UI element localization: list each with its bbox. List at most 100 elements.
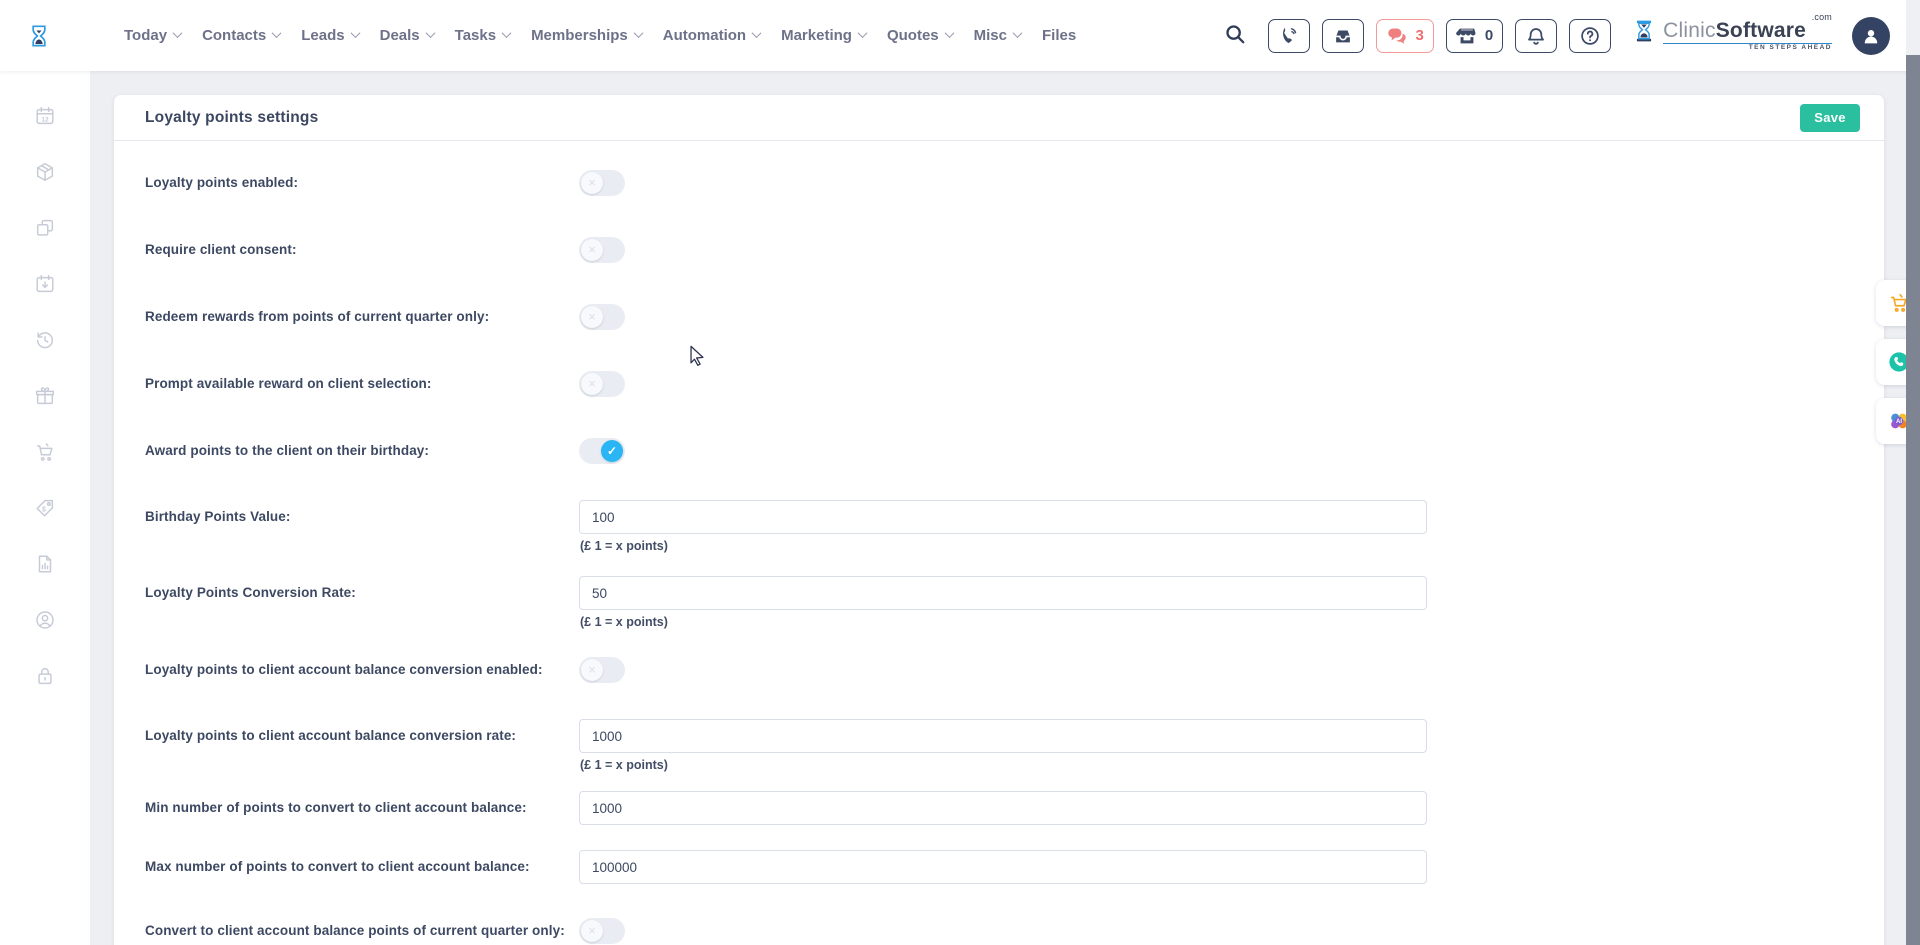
nav-item-label: Quotes (887, 27, 939, 44)
notifications-button[interactable] (1515, 19, 1557, 53)
field-label: Loyalty points to client account balance… (145, 719, 579, 779)
sidebar-item-history[interactable] (33, 329, 57, 351)
svg-text:12: 12 (41, 116, 49, 123)
nav-item-files[interactable]: Files (1042, 27, 1076, 44)
sidebar-item-gift-vouchers[interactable] (33, 385, 57, 407)
nav-item-contacts[interactable]: Contacts (202, 27, 280, 44)
save-button[interactable]: Save (1800, 104, 1860, 132)
form-row-convert-current-quarter-only: Convert to client account balance points… (145, 897, 1860, 945)
chevron-down-icon (173, 28, 183, 38)
card-header: Loyalty points settings Save (114, 95, 1884, 141)
inbox-button[interactable] (1322, 19, 1364, 53)
field-label: Max number of points to convert to clien… (145, 850, 579, 897)
chevron-down-icon (1013, 28, 1023, 38)
price-tag-icon: $ (34, 497, 56, 519)
search-icon[interactable] (1224, 23, 1250, 49)
toggle-knob: × (581, 306, 603, 328)
form-row-balance-conversion-enabled: Loyalty points to client account balance… (145, 636, 1860, 703)
field-label: Loyalty points enabled: (145, 175, 579, 190)
min-points-to-convert-input[interactable] (579, 791, 1427, 825)
nav-actions: 30 (1268, 19, 1611, 53)
field-helper: (£ 1 = x points) (579, 539, 1860, 553)
balance-conversion-enabled-toggle[interactable]: × (579, 657, 625, 683)
user-icon (1860, 25, 1882, 47)
balance-conversion-rate-input[interactable] (579, 719, 1427, 753)
page-scrollbar[interactable] (1906, 0, 1920, 945)
left-sidebar: 12 $ (0, 71, 90, 945)
loyalty-points-enabled-toggle[interactable]: × (579, 170, 625, 196)
nav-item-leads[interactable]: Leads (301, 27, 358, 44)
lock-icon (34, 665, 56, 687)
nav-item-automation[interactable]: Automation (663, 27, 760, 44)
cart-icon (34, 441, 56, 463)
svg-text:$: $ (42, 506, 46, 513)
sidebar-item-products[interactable] (33, 161, 57, 183)
scrollbar-thumb[interactable] (1906, 55, 1920, 945)
store-button[interactable]: 0 (1446, 19, 1503, 53)
birthday-points-value-input[interactable] (579, 500, 1427, 534)
nav-item-memberships[interactable]: Memberships (531, 27, 642, 44)
form-row-birthday-points-value: Birthday Points Value:(£ 1 = x points) (145, 484, 1860, 560)
nav-item-label: Automation (663, 27, 746, 44)
calendar-download-icon (34, 273, 56, 295)
chevron-down-icon (633, 28, 643, 38)
field-label: Award points to the client on their birt… (145, 443, 579, 458)
chevron-down-icon (858, 28, 868, 38)
form-row-award-birthday-points: Award points to the client on their birt… (145, 417, 1860, 484)
hourglass-logo-icon[interactable] (28, 14, 62, 58)
sidebar-item-bookings[interactable] (33, 273, 57, 295)
nav-item-marketing[interactable]: Marketing (781, 27, 866, 44)
sidebar-item-shop[interactable] (33, 441, 57, 463)
nav-item-label: Misc (974, 27, 1007, 44)
brand-line: ClinicSoftware .com (1663, 20, 1832, 41)
phone-button[interactable] (1268, 19, 1310, 53)
inbox-icon (1332, 25, 1354, 47)
hourglass-logo-small-icon (1633, 20, 1657, 52)
user-avatar[interactable] (1852, 17, 1890, 55)
history-icon (34, 329, 56, 351)
brand-tagline: TEN STEPS AHEAD (1663, 43, 1832, 52)
form-row-balance-conversion-rate: Loyalty points to client account balance… (145, 703, 1860, 779)
redeem-current-quarter-only-toggle[interactable]: × (579, 304, 625, 330)
sidebar-item-reports[interactable] (33, 553, 57, 575)
chevron-down-icon (272, 28, 282, 38)
sidebar-item-security[interactable] (33, 665, 57, 687)
award-birthday-points-toggle[interactable]: ✓ (579, 438, 625, 464)
settings-card: Loyalty points settings Save Loyalty poi… (114, 95, 1884, 945)
sidebar-item-duplicates[interactable] (33, 217, 57, 239)
field-control: (£ 1 = x points) (579, 719, 1860, 779)
nav-item-today[interactable]: Today (124, 27, 181, 44)
field-control: × (579, 371, 1860, 397)
nav-item-misc[interactable]: Misc (974, 27, 1021, 44)
toggle-knob: × (581, 659, 603, 681)
user-circle-icon (34, 609, 56, 631)
sidebar-item-clients[interactable] (33, 609, 57, 631)
phone-icon (1278, 25, 1300, 47)
nav-item-quotes[interactable]: Quotes (887, 27, 953, 44)
nav-item-label: Marketing (781, 27, 852, 44)
require-client-consent-toggle[interactable]: × (579, 237, 625, 263)
report-icon (34, 553, 56, 575)
toggle-knob: × (581, 920, 603, 942)
chat-button[interactable]: 3 (1376, 19, 1433, 53)
loyalty-points-conversion-rate-input[interactable] (579, 576, 1427, 610)
gift-icon (34, 385, 56, 407)
max-points-to-convert-input[interactable] (579, 850, 1427, 884)
nav-item-deals[interactable]: Deals (380, 27, 434, 44)
help-button[interactable] (1569, 19, 1611, 53)
store-icon (1456, 25, 1478, 47)
field-label: Require client consent: (145, 242, 579, 257)
help-icon (1579, 25, 1601, 47)
nav-item-label: Today (124, 27, 167, 44)
field-control (579, 850, 1860, 897)
sidebar-item-pricing[interactable]: $ (33, 497, 57, 519)
convert-current-quarter-only-toggle[interactable]: × (579, 918, 625, 944)
brand-text: ClinicSoftware .com TEN STEPS AHEAD (1663, 20, 1832, 52)
sidebar-item-calendar[interactable]: 12 (33, 105, 57, 127)
clinicsoftware-logo[interactable]: ClinicSoftware .com TEN STEPS AHEAD (1633, 20, 1832, 52)
nav-item-tasks[interactable]: Tasks (455, 27, 510, 44)
field-label: Min number of points to convert to clien… (145, 791, 579, 838)
brand-tld: .com (1812, 13, 1832, 22)
prompt-available-reward-toggle[interactable]: × (579, 371, 625, 397)
chat-badge: 3 (1415, 27, 1423, 44)
